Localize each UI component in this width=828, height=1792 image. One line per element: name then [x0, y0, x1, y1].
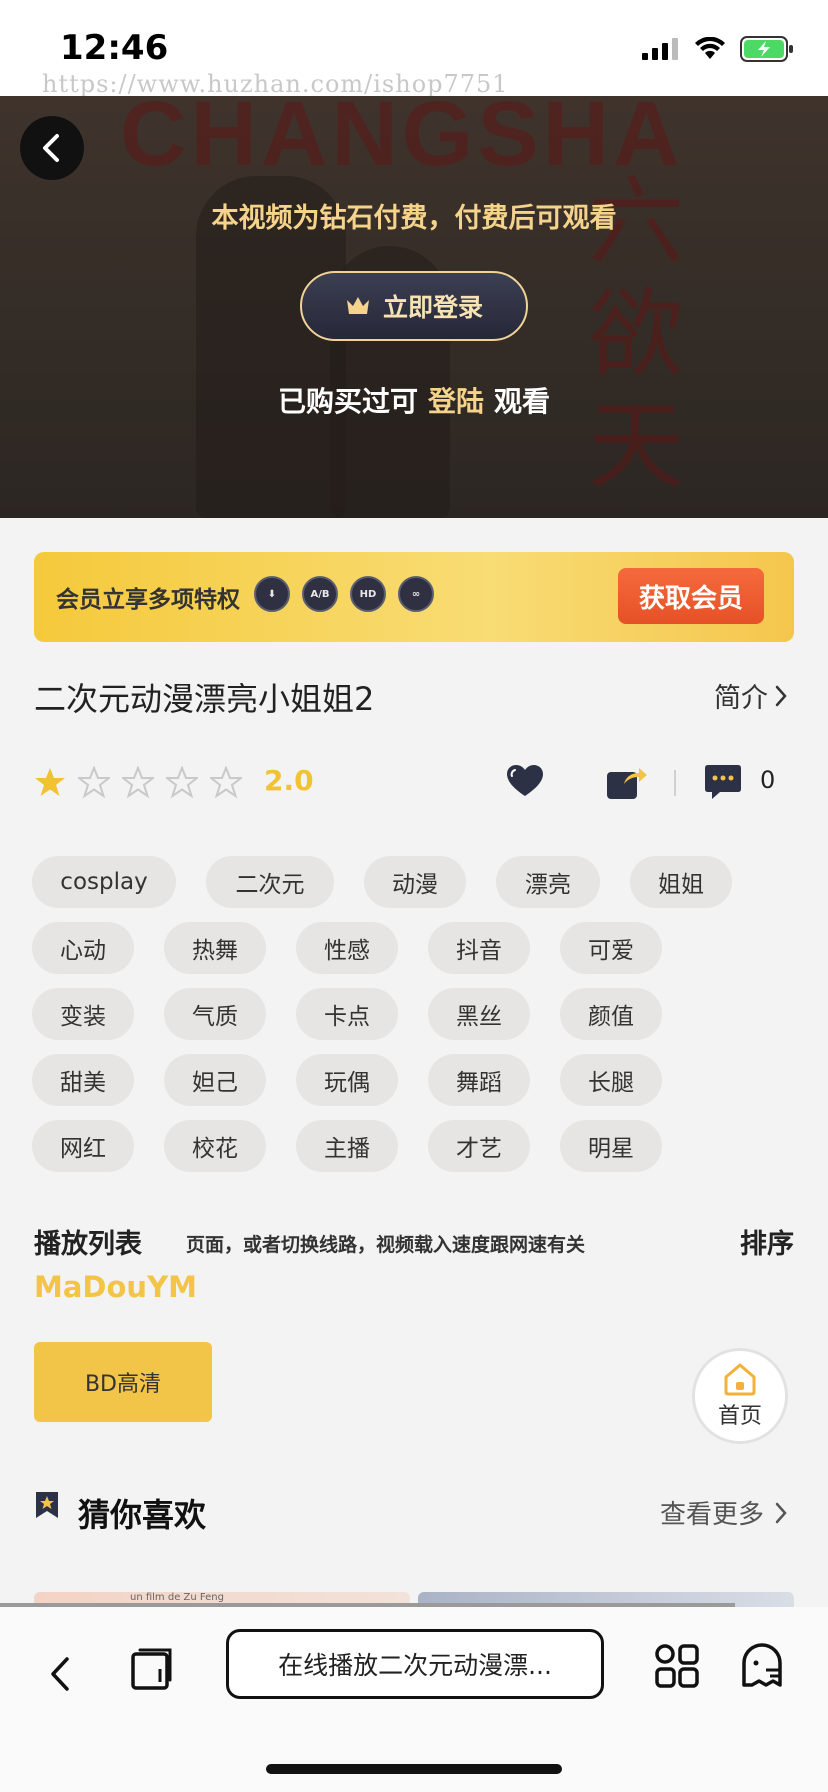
tag-chip[interactable]: cosplay	[32, 856, 176, 908]
tag-chip[interactable]: 甜美	[32, 1054, 134, 1106]
star-empty-icon[interactable]	[210, 766, 242, 798]
tag-chip[interactable]: 校花	[164, 1120, 266, 1172]
source-name[interactable]: MaDouYM	[34, 1270, 197, 1304]
purchased-login-link[interactable]: 登陆	[428, 385, 484, 418]
bookmark-star-icon	[36, 1492, 58, 1518]
rating-value: 2.0	[264, 764, 314, 797]
status-time: 12:46	[60, 28, 169, 68]
tag-chip[interactable]: 玩偶	[296, 1054, 398, 1106]
paywall-message: 本视频为钻石付费，付费后可观看	[211, 203, 617, 234]
tag-chip[interactable]: 漂亮	[496, 856, 600, 908]
infinite-download-icon: ∞	[398, 576, 434, 612]
star-empty-icon[interactable]	[166, 766, 198, 798]
tag-chip[interactable]: 颜值	[560, 988, 662, 1040]
playlist-notice-marquee: 页面，或者切换线路，视频载入速度跟网速有关	[186, 1234, 586, 1256]
tag-chip[interactable]: 可爱	[560, 922, 662, 974]
tag-chip[interactable]: 姐姐	[630, 856, 732, 908]
watermark: https://www.huzhan.com/ishop7751	[42, 70, 509, 98]
tag-chip[interactable]: 动漫	[364, 856, 466, 908]
address-bar[interactable]: 在线播放二次元动漫漂...	[226, 1629, 604, 1699]
hd-icon: HD	[350, 576, 386, 612]
download-icon: ⬇	[254, 576, 290, 612]
back-button[interactable]	[20, 116, 84, 180]
star-empty-icon[interactable]	[78, 766, 110, 798]
intro-link[interactable]: 简介	[714, 676, 788, 715]
apps-grid-icon[interactable]	[654, 1643, 700, 1689]
login-button[interactable]: 立即登录	[300, 271, 528, 341]
view-more-label: 查看更多	[659, 1500, 764, 1530]
chevron-right-icon	[775, 685, 787, 706]
share-icon[interactable]	[606, 764, 648, 800]
get-membership-button[interactable]: 获取会员	[618, 568, 764, 624]
comment-icon[interactable]	[704, 764, 742, 800]
home-float-label: 首页	[717, 1404, 762, 1429]
tag-chip[interactable]: 才艺	[428, 1120, 530, 1172]
purchased-hint: 已购买过可 登陆 观看	[0, 380, 828, 420]
playlist-title: 播放列表	[34, 1229, 142, 1260]
recommend-title: 猜你喜欢	[78, 1496, 207, 1534]
sort-button[interactable]: 排序	[740, 1222, 794, 1261]
login-button-label: 立即登录	[382, 293, 483, 322]
star-empty-icon[interactable]	[122, 766, 154, 798]
tag-chip[interactable]: 二次元	[206, 856, 334, 908]
status-icons	[642, 36, 794, 62]
member-banner[interactable]: 会员立享多项特权 ⬇ A/B HD ∞ 获取会员	[34, 552, 794, 642]
tag-chip[interactable]: 明星	[560, 1120, 662, 1172]
purchased-suffix: 观看	[494, 385, 551, 418]
action-divider	[674, 770, 676, 796]
battery-charging-icon	[740, 36, 793, 62]
signal-icon	[642, 38, 678, 60]
tag-chip[interactable]: 气质	[164, 988, 266, 1040]
home-indicator	[266, 1764, 562, 1774]
tag-chip[interactable]: 舞蹈	[428, 1054, 530, 1106]
browser-back-icon[interactable]	[48, 1655, 72, 1693]
subtitle-icon: A/B	[302, 576, 338, 612]
crown-icon	[346, 297, 369, 314]
intro-link-label: 简介	[714, 683, 768, 714]
tag-chip[interactable]: 变装	[32, 988, 134, 1040]
home-float-button[interactable]: 首页	[692, 1348, 788, 1444]
tag-chip[interactable]: 主播	[296, 1120, 398, 1172]
home-icon	[724, 1363, 756, 1396]
tabs-icon[interactable]	[130, 1647, 174, 1691]
heart-icon[interactable]	[506, 764, 544, 798]
quality-button-bd[interactable]: BD高清	[34, 1342, 212, 1422]
tag-chip[interactable]: 心动	[32, 922, 134, 974]
comment-count: 0	[760, 766, 776, 794]
view-more-link[interactable]: 查看更多	[660, 1494, 788, 1531]
wifi-icon	[695, 37, 725, 59]
chevron-right-icon	[775, 1502, 787, 1523]
tag-chip[interactable]: 网红	[32, 1120, 134, 1172]
thumbnail-caption: un film de Zu Feng	[130, 1592, 224, 1603]
member-banner-text: 会员立享多项特权	[56, 587, 240, 613]
tag-chip[interactable]: 性感	[296, 922, 398, 974]
tag-chip[interactable]: 黑丝	[428, 988, 530, 1040]
rating-stars[interactable]	[34, 766, 242, 798]
tag-chip[interactable]: 卡点	[296, 988, 398, 1040]
tag-chip[interactable]: 妲己	[164, 1054, 266, 1106]
purchased-prefix: 已购买过可	[277, 385, 418, 418]
tag-chip[interactable]: 抖音	[428, 922, 530, 974]
tag-chip[interactable]: 长腿	[560, 1054, 662, 1106]
star-filled-icon[interactable]	[34, 766, 66, 798]
incognito-ghost-icon[interactable]	[740, 1643, 784, 1689]
video-player-paywall: CHANGSHA 六欲天 本视频为钻石付费，付费后可观看 立即登录 已购买过可登…	[0, 96, 828, 518]
video-title: 二次元动漫漂亮小姐姐2	[34, 680, 375, 718]
perk-icons: ⬇ A/B HD ∞	[254, 576, 434, 612]
chevron-left-icon	[43, 134, 59, 162]
tag-chip[interactable]: 热舞	[164, 922, 266, 974]
